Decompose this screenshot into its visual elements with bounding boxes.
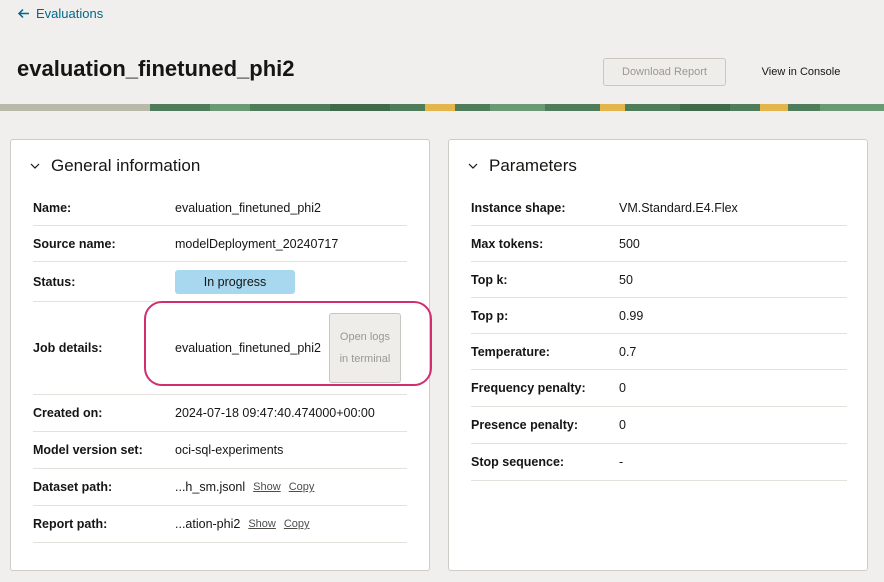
param-label: Temperature: xyxy=(471,344,550,359)
copy-dataset-path-link[interactable]: Copy xyxy=(289,481,315,493)
view-in-console-button[interactable]: View in Console xyxy=(750,58,852,86)
general-information-panel: General information Name: evaluation_fin… xyxy=(10,139,432,571)
info-label: Job details: xyxy=(33,341,103,355)
param-row: Top k: 50 xyxy=(471,262,847,298)
info-row-name: Name: evaluation_finetuned_phi2 xyxy=(33,190,407,226)
param-value: 0 xyxy=(619,418,626,432)
param-label: Top p: xyxy=(471,308,509,323)
back-link-label: Evaluations xyxy=(36,6,104,21)
param-label: Frequency penalty: xyxy=(471,381,586,395)
param-row: Presence penalty: 0 xyxy=(471,407,847,444)
page-title: evaluation_finetuned_phi2 xyxy=(17,56,295,81)
general-information-header[interactable]: General information xyxy=(29,156,200,176)
parameters-title: Parameters xyxy=(489,156,577,175)
parameters-list: Instance shape: VM.Standard.E4.Flex Max … xyxy=(471,190,847,481)
param-row: Instance shape: VM.Standard.E4.Flex xyxy=(471,190,847,226)
info-value: ...h_sm.jsonl xyxy=(175,480,246,494)
info-row-source-name: Source name: modelDeployment_20240717 xyxy=(33,226,407,262)
show-dataset-path-link[interactable]: Show xyxy=(253,481,281,493)
info-row-status: Status: In progress xyxy=(33,262,407,302)
info-label: Created on: xyxy=(33,406,103,420)
parameters-header[interactable]: Parameters xyxy=(467,156,577,176)
param-value: 0.7 xyxy=(619,344,637,359)
info-label: Status: xyxy=(33,274,76,289)
info-label: Dataset path: xyxy=(33,480,113,494)
general-information-title: General information xyxy=(51,156,201,175)
param-value: 50 xyxy=(619,272,633,287)
info-value: evaluation_finetuned_phi2 xyxy=(175,200,321,215)
decorative-banner xyxy=(0,104,884,111)
param-label: Max tokens: xyxy=(471,236,544,251)
info-label: Source name: xyxy=(33,236,116,251)
param-label: Presence penalty: xyxy=(471,418,578,432)
copy-report-path-link[interactable]: Copy xyxy=(284,518,310,530)
download-report-button[interactable]: Download Report xyxy=(603,58,726,86)
info-label: Report path: xyxy=(33,517,108,531)
back-to-evaluations-link[interactable]: Evaluations xyxy=(17,6,103,21)
info-row-created-on: Created on: 2024-07-18 09:47:40.474000+0… xyxy=(33,395,407,432)
param-row: Top p: 0.99 xyxy=(471,298,847,334)
source-name-link[interactable]: modelDeployment_20240717 xyxy=(175,237,338,251)
info-row-job-details: Job details: evaluation_finetuned_phi2 O… xyxy=(33,302,407,395)
param-label: Top k: xyxy=(471,272,508,287)
info-value: 2024-07-18 09:47:40.474000+00:00 xyxy=(175,406,375,420)
param-row: Stop sequence: - xyxy=(471,444,847,481)
info-label: Name: xyxy=(33,200,72,215)
chevron-down-icon xyxy=(468,163,478,169)
open-logs-in-terminal-button[interactable]: Open logs in terminal xyxy=(328,313,401,383)
status-badge: In progress xyxy=(175,269,295,294)
param-label: Stop sequence: xyxy=(471,455,565,469)
param-label: Instance shape: xyxy=(471,200,566,215)
param-value: - xyxy=(619,455,624,469)
param-value: 0 xyxy=(619,381,626,395)
info-value: ...ation-phi2 xyxy=(175,517,241,531)
show-report-path-link[interactable]: Show xyxy=(248,518,276,530)
param-row: Temperature: 0.7 xyxy=(471,334,847,370)
param-value: 500 xyxy=(619,236,640,251)
param-value: 0.99 xyxy=(619,308,644,323)
job-details-link[interactable]: evaluation_finetuned_phi2 xyxy=(175,341,321,355)
parameters-panel: Parameters Instance shape: VM.Standard.E… xyxy=(448,139,868,571)
info-row-model-version-set: Model version set: oci-sql-experiments xyxy=(33,432,407,469)
info-row-dataset-path: Dataset path: ...h_sm.jsonl Show Copy xyxy=(33,469,407,506)
param-row: Max tokens: 500 xyxy=(471,226,847,262)
general-information-list: Name: evaluation_finetuned_phi2 Source n… xyxy=(33,190,407,543)
chevron-down-icon xyxy=(30,163,40,169)
param-row: Frequency penalty: 0 xyxy=(471,370,847,407)
model-version-set-link[interactable]: oci-sql-experiments xyxy=(175,443,283,457)
param-value: VM.Standard.E4.Flex xyxy=(619,200,738,215)
arrow-left-icon xyxy=(17,8,29,19)
info-row-report-path: Report path: ...ation-phi2 Show Copy xyxy=(33,506,407,543)
info-label: Model version set: xyxy=(33,443,143,457)
